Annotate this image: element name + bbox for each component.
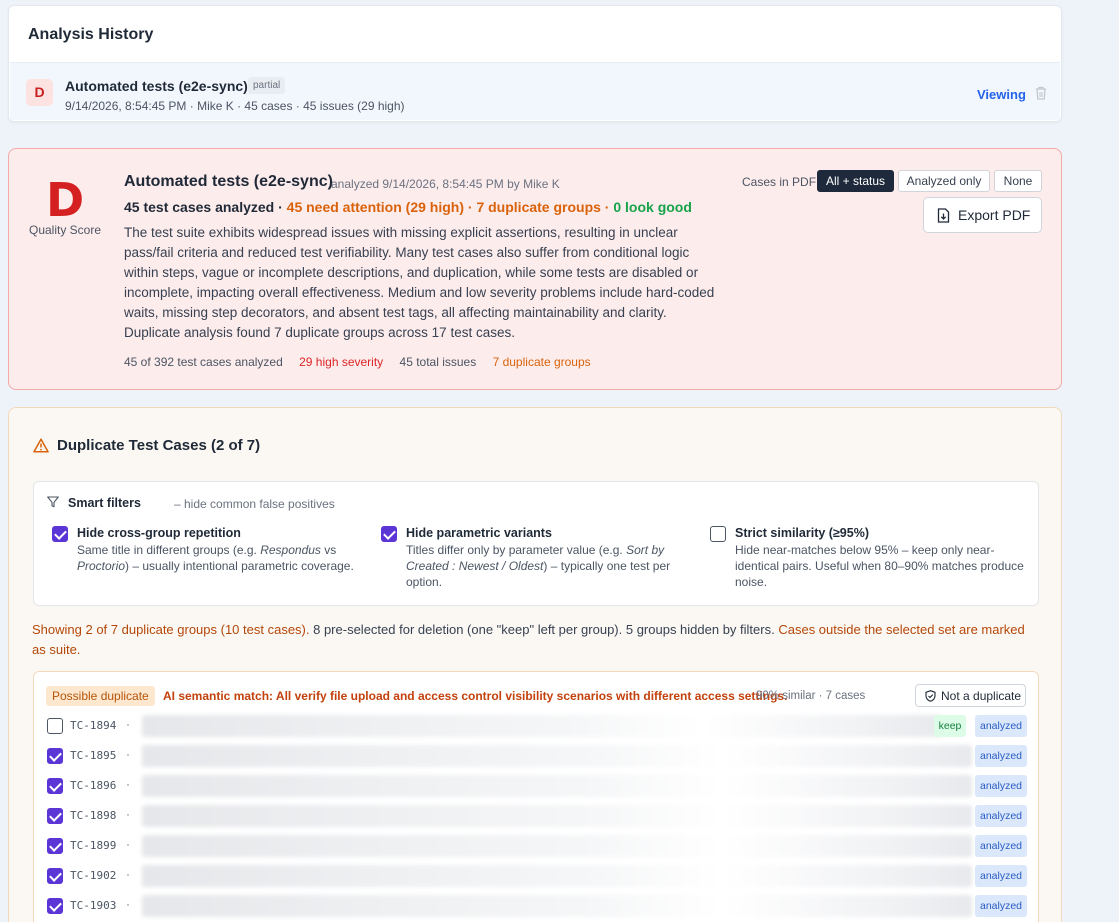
- table-row: TC-1902 · analyzed: [46, 864, 1031, 888]
- test-case-id: TC-1903: [70, 899, 117, 912]
- showing-summary: Showing 2 of 7 duplicate groups (10 test…: [32, 622, 1025, 657]
- analyzed-badge: analyzed: [975, 775, 1027, 797]
- download-file-icon: [937, 208, 950, 223]
- cases-in-pdf-label: Cases in PDF:: [742, 175, 820, 189]
- analyzed-badge: analyzed: [975, 835, 1027, 857]
- smart-filters-subheading: – hide common false positives: [174, 497, 335, 511]
- summary-counts: 45 test cases analyzed · 45 need attenti…: [124, 199, 692, 215]
- history-entry[interactable]: D Automated tests (e2e-sync) partial 9/1…: [10, 62, 1060, 120]
- analyzed-badge: analyzed: [975, 715, 1027, 737]
- quality-summary-card: D Quality Score Automated tests (e2e-syn…: [8, 148, 1062, 390]
- pdf-option-none[interactable]: None: [994, 170, 1042, 192]
- history-entry-name: Automated tests (e2e-sync): [65, 78, 248, 94]
- row-checkbox[interactable]: [47, 748, 63, 764]
- viewing-status: Viewing: [977, 87, 1026, 102]
- row-separator: ·: [126, 837, 130, 851]
- duplicate-test-cases-card: Duplicate Test Cases (2 of 7) Smart filt…: [8, 407, 1062, 922]
- cross-group-checkbox[interactable]: [52, 526, 68, 542]
- not-a-duplicate-button[interactable]: Not a duplicate: [915, 684, 1026, 707]
- stat-high-severity: 29 high severity: [299, 355, 384, 369]
- table-row: TC-1903 · analyzed: [46, 894, 1031, 918]
- history-grade-badge: D: [26, 79, 53, 106]
- possible-duplicate-badge: Possible duplicate: [46, 686, 155, 706]
- row-checkbox[interactable]: [47, 838, 63, 854]
- table-row: TC-1894 · keep analyzed: [46, 714, 1031, 738]
- table-row: TC-1898 · analyzed: [46, 804, 1031, 828]
- analyzed-badge: analyzed: [975, 895, 1027, 917]
- redacted-title: [142, 835, 972, 857]
- redacted-title: [142, 805, 972, 827]
- duplicate-groups-count: 7 duplicate groups ·: [476, 199, 614, 215]
- row-checkbox[interactable]: [47, 778, 63, 794]
- analyzed-badge: analyzed: [975, 805, 1027, 827]
- partial-tag: partial: [248, 77, 286, 94]
- test-case-id: TC-1895: [70, 749, 117, 762]
- redacted-title: [142, 745, 972, 767]
- test-case-id: TC-1896: [70, 779, 117, 792]
- funnel-icon: [47, 496, 59, 508]
- redacted-title: [142, 865, 972, 887]
- test-case-id: TC-1894: [70, 719, 117, 732]
- cases-analyzed-count: 45 test cases analyzed ·: [124, 199, 287, 215]
- test-case-id: TC-1898: [70, 809, 117, 822]
- quality-grade: D: [46, 173, 85, 227]
- row-separator: ·: [126, 747, 130, 761]
- redacted-title: [142, 775, 972, 797]
- smart-filters-heading: Smart filters: [68, 496, 141, 510]
- row-checkbox[interactable]: [47, 718, 63, 734]
- look-good-count: 0 look good: [613, 199, 692, 215]
- strict-similarity-checkbox[interactable]: [710, 526, 726, 542]
- filter-title: Hide cross-group repetition: [77, 526, 241, 540]
- duplicates-title: Duplicate Test Cases (2 of 7): [57, 437, 261, 454]
- stat-analyzed: 45 of 392 test cases analyzed: [124, 355, 283, 369]
- need-attention-count: 45 need attention (29 high) ·: [286, 199, 477, 215]
- group-match-description: AI semantic match: All verify file uploa…: [163, 689, 788, 703]
- test-case-id: TC-1902: [70, 869, 117, 882]
- trash-icon[interactable]: [1034, 85, 1048, 101]
- pdf-option-all-status[interactable]: All + status: [817, 170, 894, 192]
- export-pdf-button[interactable]: Export PDF: [923, 197, 1042, 233]
- filter-description: Hide near-matches below 95% – keep only …: [735, 543, 1024, 589]
- stat-duplicate-groups: 7 duplicate groups: [492, 355, 591, 369]
- analysis-history-card: Analysis History D Automated tests (e2e-…: [8, 5, 1062, 122]
- test-case-id: TC-1899: [70, 839, 117, 852]
- redacted-title: [142, 895, 972, 917]
- not-a-duplicate-label: Not a duplicate: [941, 689, 1022, 703]
- duplicate-group: Possible duplicate AI semantic match: Al…: [33, 671, 1039, 922]
- filter-title: Hide parametric variants: [406, 526, 552, 540]
- table-row: TC-1896 · analyzed: [46, 774, 1031, 798]
- row-separator: ·: [126, 897, 130, 911]
- filter-title: Strict similarity (≥95%): [735, 526, 869, 540]
- pdf-option-analyzed-only[interactable]: Analyzed only: [898, 170, 990, 192]
- table-row: TC-1895 · analyzed: [46, 744, 1031, 768]
- keep-badge: keep: [934, 715, 966, 737]
- export-pdf-label: Export PDF: [958, 207, 1031, 223]
- group-similarity: 90% similar · 7 cases: [756, 690, 866, 702]
- row-separator: ·: [126, 777, 130, 791]
- summary-title: Automated tests (e2e-sync): [124, 173, 333, 190]
- warning-triangle-icon: [33, 438, 49, 453]
- smart-filters-panel: Smart filters – hide common false positi…: [33, 481, 1039, 606]
- history-title: Analysis History: [28, 26, 154, 43]
- row-separator: ·: [126, 867, 130, 881]
- filter-description: Titles differ only by parameter value (e…: [406, 543, 671, 589]
- row-checkbox[interactable]: [47, 898, 63, 914]
- quality-score-label: Quality Score: [29, 223, 102, 237]
- row-checkbox[interactable]: [47, 808, 63, 824]
- shield-check-icon: [925, 690, 936, 702]
- history-entry-meta: 9/14/2026, 8:54:45 PM · Mike K · 45 case…: [65, 99, 405, 113]
- stat-total-issues: 45 total issues: [399, 355, 477, 369]
- summary-analyzed-meta: analyzed 9/14/2026, 8:54:45 PM by Mike K: [331, 177, 560, 191]
- row-separator: ·: [126, 807, 130, 821]
- parametric-checkbox[interactable]: [381, 526, 397, 542]
- table-row: TC-1899 · analyzed: [46, 834, 1031, 858]
- summary-description: The test suite exhibits widespread issue…: [124, 225, 715, 340]
- filter-description: Same title in different groups (e.g. Res…: [77, 543, 354, 573]
- analyzed-badge: analyzed: [975, 865, 1027, 887]
- summary-stats: 45 of 392 test cases analyzed 29 high se…: [124, 355, 604, 369]
- row-checkbox[interactable]: [47, 868, 63, 884]
- redacted-title: [142, 715, 942, 737]
- row-separator: ·: [126, 717, 130, 731]
- analyzed-badge: analyzed: [975, 745, 1027, 767]
